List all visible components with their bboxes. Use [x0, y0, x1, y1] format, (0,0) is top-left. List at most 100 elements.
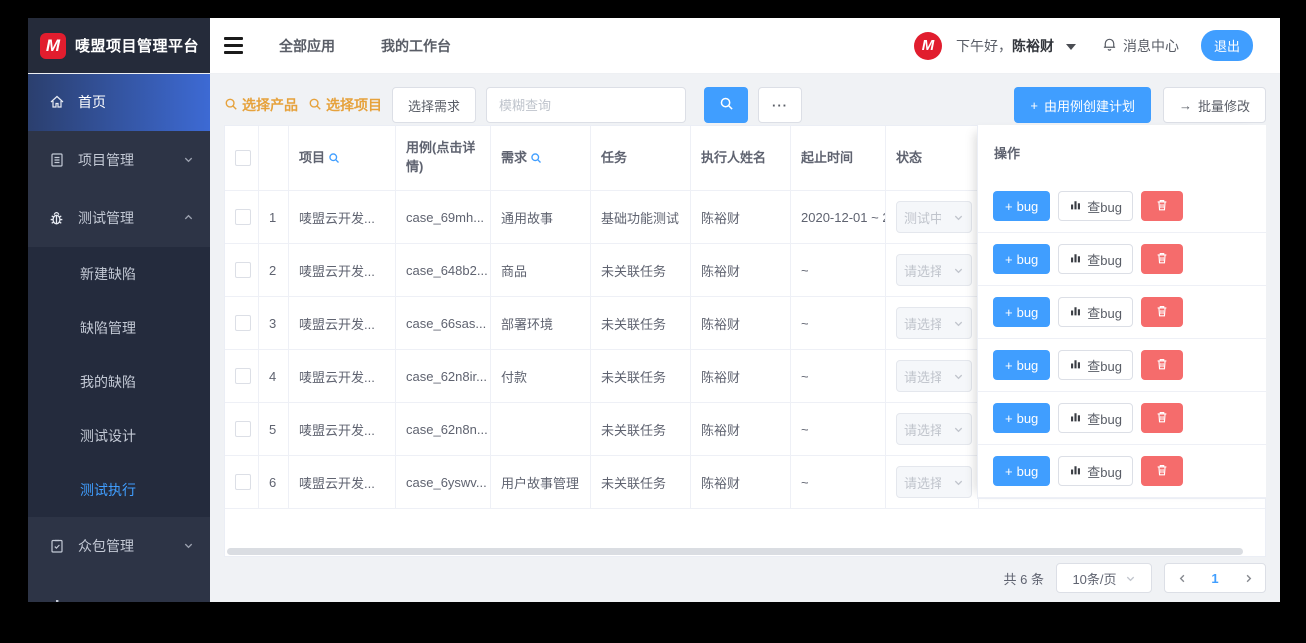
select-product-link[interactable]: 选择产品 — [224, 95, 298, 115]
owner-cell: 陈裕财 — [691, 456, 791, 508]
prev-page-button[interactable] — [1165, 573, 1199, 584]
add-bug-button[interactable]: + bug — [993, 456, 1051, 486]
task-cell: 未关联任务 — [591, 350, 691, 402]
status-select[interactable]: 请选择 — [896, 254, 972, 286]
usecase-cell[interactable]: case_66sas... — [396, 297, 491, 349]
delete-button[interactable] — [1141, 456, 1183, 486]
pagination-bar: 共 6 条 10条/页 1 — [1004, 563, 1266, 593]
logout-button[interactable]: 退出 — [1200, 30, 1253, 61]
sidebar-item-label: 测试管理 — [78, 210, 134, 226]
filter-toolbar: 选择产品 选择项目 选择需求 ··· + 由用例创建计划 — [224, 87, 1266, 123]
usecase-cell[interactable]: case_69mh... — [396, 191, 491, 243]
row-checkbox[interactable] — [235, 262, 251, 278]
nav-all-apps[interactable]: 全部应用 — [279, 36, 335, 56]
horizontal-scrollbar[interactable] — [227, 548, 1243, 555]
bell-icon — [1102, 36, 1117, 55]
operations-row: + bug 查bug — [978, 392, 1266, 445]
chevron-down-icon — [183, 152, 194, 168]
view-bug-button[interactable]: 查bug — [1058, 403, 1133, 433]
status-select[interactable]: 请选择 — [896, 413, 972, 445]
task-cell: 未关联任务 — [591, 244, 691, 296]
arrow-right-icon: → — [1178, 97, 1192, 113]
dates-cell: ~ — [791, 403, 886, 455]
status-select[interactable]: 请选择 — [896, 307, 972, 339]
operations-row: + bug 查bug — [978, 180, 1266, 233]
sidebar-item-project-mgmt[interactable]: 项目管理 — [28, 131, 210, 189]
nav-my-workbench[interactable]: 我的工作台 — [381, 36, 451, 56]
sidebar-subitem[interactable]: 测试执行 — [28, 463, 210, 517]
search-icon[interactable] — [328, 152, 340, 164]
usecase-cell[interactable]: case_6yswv... — [396, 456, 491, 508]
select-project-link[interactable]: 选择项目 — [308, 95, 382, 115]
more-filters-button[interactable]: ··· — [758, 87, 803, 123]
delete-button[interactable] — [1141, 403, 1183, 433]
sidebar-subitem[interactable]: 测试设计 — [28, 409, 210, 463]
row-checkbox[interactable] — [235, 474, 251, 490]
page-number[interactable]: 1 — [1199, 571, 1231, 586]
view-bug-button[interactable]: 查bug — [1058, 297, 1133, 327]
row-checkbox[interactable] — [235, 421, 251, 437]
operations-row: + bug 查bug — [978, 233, 1266, 286]
row-checkbox[interactable] — [235, 368, 251, 384]
operations-row: + bug 查bug — [978, 445, 1266, 498]
add-bug-button[interactable]: + bug — [993, 244, 1051, 274]
trash-icon — [1155, 410, 1169, 427]
app-window: M 唛盟项目管理平台 全部应用 我的工作台 M 下午好，陈裕财 消息中心 退出 — [28, 18, 1280, 602]
sidebar-item-test-mgmt[interactable]: 测试管理 — [28, 189, 210, 247]
fuzzy-search-input[interactable] — [486, 87, 687, 123]
header-operations: 操作 — [994, 146, 1021, 161]
sidebar-subitem[interactable]: 新建缺陷 — [28, 247, 210, 301]
delete-button[interactable] — [1141, 244, 1183, 274]
next-page-button[interactable] — [1231, 573, 1265, 584]
message-center[interactable]: 消息中心 — [1102, 36, 1179, 56]
row-checkbox[interactable] — [235, 315, 251, 331]
add-bug-button[interactable]: + bug — [993, 297, 1051, 327]
message-center-label: 消息中心 — [1122, 37, 1179, 54]
hamburger-menu-icon[interactable] — [224, 37, 243, 54]
row-checkbox[interactable] — [235, 209, 251, 225]
add-bug-button[interactable]: + bug — [993, 191, 1051, 221]
user-greeting[interactable]: 下午好，陈裕财 — [956, 36, 1054, 56]
owner-cell: 陈裕财 — [691, 191, 791, 243]
add-bug-button[interactable]: + bug — [993, 350, 1051, 380]
sidebar-item-home[interactable]: 首页 — [28, 73, 210, 131]
plus-icon: + — [1005, 198, 1013, 214]
sidebar-subitem[interactable]: 我的缺陷 — [28, 355, 210, 409]
search-button[interactable] — [704, 87, 749, 123]
view-bug-button[interactable]: 查bug — [1058, 350, 1133, 380]
view-bug-button[interactable]: 查bug — [1058, 456, 1133, 486]
select-demand-button[interactable]: 选择需求 — [392, 87, 477, 123]
add-bug-button[interactable]: + bug — [993, 403, 1051, 433]
create-plan-button[interactable]: + 由用例创建计划 — [1014, 87, 1151, 123]
task-cell: 未关联任务 — [591, 297, 691, 349]
page-size-select[interactable]: 10条/页 — [1056, 563, 1152, 593]
home-icon — [48, 94, 65, 111]
view-bug-button[interactable]: 查bug — [1058, 191, 1133, 221]
header-index — [259, 126, 289, 191]
status-select[interactable]: 请选择 — [896, 360, 972, 392]
sidebar-item-label: 首页 — [78, 94, 106, 110]
brand-logo: M — [40, 32, 66, 59]
status-select[interactable]: 请选择 — [896, 466, 972, 498]
select-all-checkbox[interactable] — [235, 150, 251, 166]
operations-fixed-column: 操作 + bug 查bug + bug 查bug + bug 查bug + bu… — [977, 125, 1266, 499]
usecase-cell[interactable]: case_62n8n... — [396, 403, 491, 455]
search-icon[interactable] — [530, 152, 542, 164]
status-select[interactable]: 测试中 — [896, 201, 972, 233]
delete-button[interactable] — [1141, 191, 1183, 221]
sidebar-item-partial[interactable] — [28, 575, 210, 602]
chevron-down-icon[interactable] — [1065, 43, 1076, 50]
delete-button[interactable] — [1141, 350, 1183, 380]
trash-icon — [1155, 463, 1169, 480]
sidebar: 首页 项目管理 测试管理 新建缺陷 缺陷管理 我的缺陷 测试设计 测试执行 众包… — [28, 73, 210, 602]
screen: M 唛盟项目管理平台 全部应用 我的工作台 M 下午好，陈裕财 消息中心 退出 — [0, 0, 1306, 643]
user-avatar[interactable]: M — [913, 31, 942, 60]
view-bug-button[interactable]: 查bug — [1058, 244, 1133, 274]
usecase-cell[interactable]: case_62n8ir... — [396, 350, 491, 402]
usecase-cell[interactable]: case_648b2... — [396, 244, 491, 296]
sidebar-subitem[interactable]: 缺陷管理 — [28, 301, 210, 355]
delete-button[interactable] — [1141, 297, 1183, 327]
owner-cell: 陈裕财 — [691, 403, 791, 455]
batch-edit-button[interactable]: → 批量修改 — [1162, 87, 1266, 123]
sidebar-item-crowd-mgmt[interactable]: 众包管理 — [28, 517, 210, 575]
